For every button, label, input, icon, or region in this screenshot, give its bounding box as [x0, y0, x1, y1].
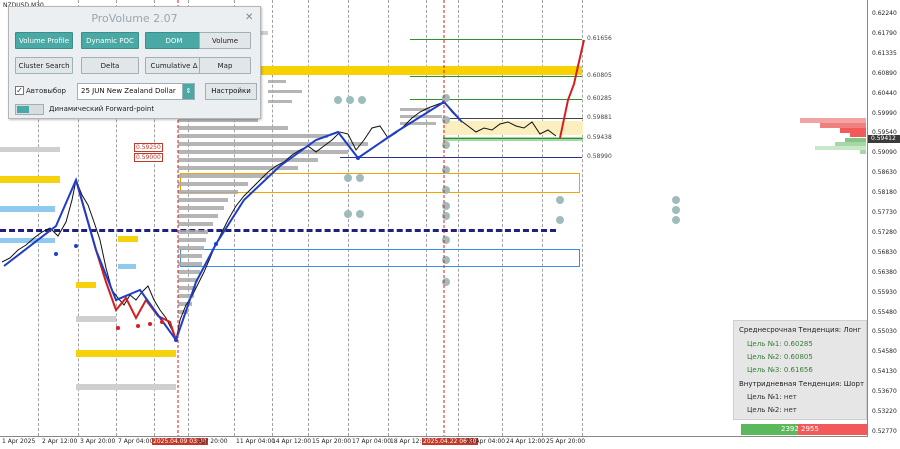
settings-label: Настройки [211, 87, 251, 95]
map-button[interactable]: Map [199, 57, 251, 74]
map-label: Map [217, 62, 233, 70]
time-tick: 25 Apr 20:00 [546, 438, 586, 445]
intraday-trend-label: Внутридневная Тенденция: Шорт [739, 380, 865, 388]
time-tick: 15 Apr 20:00 [312, 438, 352, 445]
price-tick: 0.56830 [872, 248, 897, 256]
price-tick: 0.55480 [872, 308, 897, 316]
price-tick: 0.61790 [872, 29, 897, 37]
settings-button[interactable]: Настройки [205, 83, 257, 100]
price-tick: 0.55030 [872, 328, 897, 336]
volume-profile-button[interactable]: Volume Profile [15, 32, 73, 49]
volume-label: Volume [211, 37, 239, 45]
symbol-select[interactable]: 25 JUN New Zealand Dollar ⇕ [77, 83, 195, 100]
price-tick: 0.56380 [872, 268, 897, 276]
time-tick: 11 Apr 04:00 [236, 438, 276, 445]
cumulative-delta-label: Cumulative Δ [150, 62, 198, 70]
forward-point-label: Динамический Forward-point [49, 105, 155, 113]
time-tick: 24 Apr 12:00 [506, 438, 546, 445]
price-tick: 0.59990 [872, 109, 897, 117]
buy-volume: 2392 [781, 425, 799, 433]
time-tick: 17 Apr 04:00 [352, 438, 392, 445]
time-tick: 14 Apr 12:00 [272, 438, 312, 445]
panel-header[interactable]: ProVolume 2.07 ✕ [9, 7, 260, 29]
cluster-search-button[interactable]: Cluster Search [15, 57, 73, 74]
intraday-target-1: Цель №1: нет [747, 393, 797, 401]
price-tick: 0.60440 [872, 89, 897, 97]
current-price-tag: 0.59412 [868, 135, 900, 143]
forward-point-toggle[interactable] [15, 104, 44, 115]
price-tick: 0.59090 [872, 149, 897, 157]
price-tick: 0.53670 [872, 388, 897, 396]
price-tick: 0.62240 [872, 10, 897, 17]
mid-target-3: Цель №3: 0.61656 [747, 366, 813, 374]
price-tick: 0.54130 [872, 368, 897, 376]
volume-profile-label: Volume Profile [18, 37, 70, 45]
price-tick: 0.54580 [872, 348, 897, 356]
mid-trend-label: Среднесрочная Тенденция: Лонг [739, 326, 862, 334]
time-tick: 1 Apr 2025 [2, 438, 36, 445]
volume-button[interactable]: Volume [199, 32, 251, 49]
delta-label: Delta [100, 62, 120, 70]
autoselect-label: Автовыбор [26, 87, 66, 95]
red-segment [75, 179, 177, 341]
price-tick: 0.58630 [872, 169, 897, 177]
toggle-knob [17, 106, 29, 113]
time-tick: 3 Apr 20:00 [80, 438, 116, 445]
sell-volume: 2955 [801, 425, 819, 433]
symbol-select-value: 25 JUN New Zealand Dollar [81, 87, 176, 95]
time-tick: 23 Apr 04:00 [466, 438, 506, 445]
close-icon[interactable]: ✕ [245, 12, 253, 23]
time-tick: 7 Apr 04:00 [118, 438, 154, 445]
gray-dots [334, 94, 680, 286]
chevron-updown-icon[interactable]: ⇕ [182, 84, 194, 99]
provolume-panel[interactable]: ProVolume 2.07 ✕ Volume Profile Dynamic … [8, 6, 261, 119]
cumulative-delta-button[interactable]: Cumulative Δ [145, 57, 203, 74]
dom-button[interactable]: DOM [145, 32, 203, 49]
dom-label: DOM [165, 37, 183, 45]
cluster-search-label: Cluster Search [18, 62, 70, 70]
mid-target-1: Цель №1: 0.60285 [747, 340, 813, 348]
panel-title: ProVolume 2.07 [91, 12, 178, 25]
intraday-target-2: Цель №2: нет [747, 406, 797, 414]
red-markers [116, 320, 164, 330]
dynamic-poc-label: Dynamic POC [86, 37, 134, 45]
price-tick: 0.55930 [872, 288, 897, 296]
mid-target-2: Цель №2: 0.60805 [747, 353, 813, 361]
autoselect-checkbox[interactable]: ✓ [15, 86, 24, 95]
dynamic-poc-button[interactable]: Dynamic POC [81, 32, 139, 49]
price-tick: 0.57280 [872, 228, 897, 236]
price-tick: 0.61335 [872, 49, 897, 57]
red-projection [559, 39, 585, 139]
trend-info-box: Среднесрочная Тенденция: Лонг Цель №1: 0… [733, 320, 867, 420]
time-tick: 2 Apr 12:00 [42, 438, 78, 445]
time-tick: Apr 20:00 [198, 438, 228, 445]
price-tick: 0.53220 [872, 408, 897, 415]
price-tick: 0.52770 [872, 427, 897, 435]
delta-button[interactable]: Delta [81, 57, 139, 74]
price-tick: 0.57730 [872, 209, 897, 216]
time-axis[interactable]: 1 Apr 2025 2 Apr 12:00 3 Apr 20:00 7 Apr 04… [0, 436, 868, 449]
buy-sell-balance: 2392 2955 [741, 424, 868, 435]
price-axis[interactable]: 0.62240 0.61790 0.61335 0.60890 0.60440 0.599… [868, 0, 900, 436]
price-tick: 0.60890 [872, 69, 897, 77]
dom-histogram [800, 118, 866, 154]
price-tick: 0.58180 [872, 189, 897, 197]
